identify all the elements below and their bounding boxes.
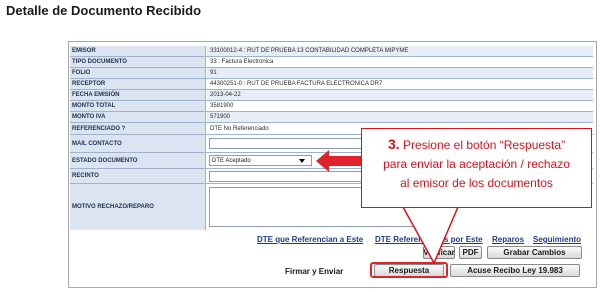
row-monto-iva: MONTO IVA 571900: [70, 112, 593, 123]
estado-selected-value: DTE Aceptado: [212, 157, 251, 164]
label-referenciado: REFERENCIADO ?: [70, 123, 206, 134]
value-emisor: 33100012-4 : RUT DE PRUEBA 13 CONTABILID…: [207, 46, 593, 56]
label-monto-total: MONTO TOTAL: [70, 101, 206, 111]
value-monto-iva: 571900: [207, 112, 593, 122]
row-receptor: RECEPTOR 44300251-0 : RUT DE PRUEBA FACT…: [70, 79, 593, 90]
value-monto-total: 3581900: [207, 101, 593, 111]
estado-documento-select[interactable]: DTE Aceptado: [209, 155, 312, 166]
dropdown-arrow-icon: [299, 159, 305, 163]
grabar-cambios-button[interactable]: Grabar Cambios: [487, 246, 582, 259]
value-fecha-emision: 2013-04-22: [207, 90, 593, 100]
label-monto-iva: MONTO IVA: [70, 112, 206, 122]
label-estado-documento: ESTADO DOCUMENTO: [70, 153, 206, 168]
label-emisor: EMISOR: [70, 46, 206, 56]
label-mail-contacto: MAIL CONTACTO: [70, 135, 206, 152]
row-emisor: EMISOR 33100012-4 : RUT DE PRUEBA 13 CON…: [70, 46, 593, 57]
row-fecha-emision: FECHA EMISIÓN 2013-04-22: [70, 90, 593, 101]
arrow-left-icon: [316, 150, 362, 172]
row-tipo-documento: TIPO DOCUMENTO 33 : Factura Electronica: [70, 57, 593, 68]
link-dte-referencian[interactable]: DTE que Referencian a Este: [257, 235, 363, 244]
label-folio: FOLIO: [70, 68, 206, 78]
label-fecha-emision: FECHA EMISIÓN: [70, 90, 206, 100]
link-seguimiento[interactable]: Seguimiento: [533, 235, 581, 244]
callout-line-1-text: Presione el botón “Respuesta”: [402, 138, 566, 152]
instruction-callout: 3. Presione el botón “Respuesta” para en…: [361, 128, 592, 208]
callout-line-1: 3. Presione el botón “Respuesta”: [362, 135, 591, 155]
callout-step-number: 3.: [387, 136, 400, 152]
link-reparos[interactable]: Reparos: [492, 235, 524, 244]
row-monto-total: MONTO TOTAL 3581900: [70, 101, 593, 112]
callout-line-2: para enviar la aceptación / rechazo: [383, 157, 570, 171]
acuse-recibo-button[interactable]: Acuse Recibo Ley 19.983: [450, 264, 580, 277]
row-folio: FOLIO 91: [70, 68, 593, 79]
page-title: Detalle de Documento Recibido: [6, 3, 202, 18]
label-receptor: RECEPTOR: [70, 79, 206, 89]
callout-line-3: al emisor de los documentos: [400, 176, 553, 190]
label-motivo: MOTIVO RECHAZO/REPARO: [70, 184, 206, 230]
callout-pointer: [402, 206, 459, 265]
value-receptor: 44300251-0 : RUT DE PRUEBA FACTURA ELECT…: [207, 79, 593, 89]
label-recinto: RECINTO: [70, 169, 206, 183]
value-tipo-documento: 33 : Factura Electronica: [207, 57, 593, 67]
value-folio: 91: [207, 68, 593, 78]
firmar-enviar-label: Firmar y Enviar: [285, 267, 344, 276]
label-tipo-documento: TIPO DOCUMENTO: [70, 57, 206, 67]
